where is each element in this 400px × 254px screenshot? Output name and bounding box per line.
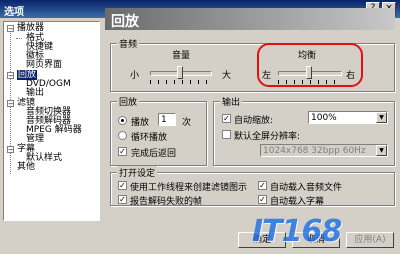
audio-group-label: 音频 bbox=[117, 37, 140, 50]
balance-right-label: 右 bbox=[346, 71, 356, 81]
rewind-checkbox[interactable]: ✓ bbox=[118, 147, 127, 156]
rewind-label: 完成后返回 bbox=[131, 149, 177, 159]
volume-slider-thumb[interactable] bbox=[177, 66, 183, 79]
auto-audio-label: 自动载入音频文件 bbox=[270, 183, 343, 193]
report-fail-label: 报告解码失败的帧 bbox=[130, 197, 203, 207]
play-count-input[interactable]: 1 bbox=[158, 113, 176, 126]
use-worker-label: 使用工作线程来创建滤镜图示 bbox=[130, 183, 248, 193]
autozoom-label: 自动缩放: bbox=[234, 116, 274, 126]
balance-slider-thumb[interactable] bbox=[306, 66, 312, 79]
auto-sub-checkbox[interactable]: ✓ bbox=[258, 195, 267, 204]
page-title: 回放 bbox=[111, 14, 139, 30]
tree-expander[interactable]: − bbox=[7, 72, 14, 80]
autozoom-value: 100% bbox=[311, 113, 337, 123]
volume-label: 音量 bbox=[172, 51, 191, 61]
loop-label: 循环播放 bbox=[131, 133, 168, 143]
fullscreen-res-select[interactable]: 1024x768 32bpp 60Hz ▼ bbox=[260, 144, 388, 157]
play-radio[interactable] bbox=[118, 116, 127, 125]
page-header: 回放 bbox=[105, 8, 395, 30]
volume-min-label: 小 bbox=[130, 71, 140, 81]
volume-max-label: 大 bbox=[222, 71, 232, 81]
tree-line bbox=[16, 38, 22, 39]
report-fail-checkbox[interactable]: ✓ bbox=[118, 195, 127, 204]
autozoom-checkbox[interactable]: ✓ bbox=[222, 114, 231, 123]
loop-radio[interactable] bbox=[118, 131, 127, 140]
balance-label: 均衡 bbox=[298, 51, 317, 61]
auto-audio-checkbox[interactable]: ✓ bbox=[258, 181, 267, 190]
times-label: 次 bbox=[182, 118, 192, 128]
balance-left-label: 左 bbox=[262, 71, 272, 81]
balance-ticks bbox=[278, 80, 341, 84]
output-group-label: 输出 bbox=[220, 95, 243, 108]
open-settings-group-label: 打开设定 bbox=[117, 166, 158, 179]
autozoom-select[interactable]: 100% ▼ bbox=[308, 111, 388, 124]
tree-item-player[interactable]: 播放器 bbox=[17, 23, 44, 33]
dropdown-arrow-icon[interactable]: ▼ bbox=[376, 145, 387, 156]
playback-group-label: 回放 bbox=[117, 95, 140, 108]
auto-sub-label: 自动载入字幕 bbox=[270, 197, 325, 207]
tree-item-webui[interactable]: 网页界面 bbox=[26, 60, 62, 70]
play-label: 播放 bbox=[131, 118, 150, 128]
dropdown-arrow-icon[interactable]: ▼ bbox=[376, 112, 387, 123]
tree-expander[interactable]: − bbox=[7, 146, 14, 154]
use-worker-checkbox[interactable]: ✓ bbox=[118, 181, 127, 190]
fullscreen-res-label: 默认全屏分辨率: bbox=[234, 132, 301, 142]
settings-tree: − 播放器 格式 快捷键 徽标 网页界面 − 回放 DVD/OGM 输出 − 滤… bbox=[3, 21, 100, 221]
volume-ticks bbox=[150, 80, 211, 84]
window-title: 选项 bbox=[4, 7, 24, 18]
tree-item-output[interactable]: 输出 bbox=[26, 88, 44, 98]
fullscreen-res-checkbox[interactable] bbox=[222, 130, 231, 139]
fullscreen-res-value: 1024x768 32bpp 60Hz bbox=[263, 146, 366, 156]
tree-item-misc[interactable]: 其他 bbox=[17, 162, 35, 172]
tree-expander[interactable]: − bbox=[7, 25, 14, 33]
watermark-logo: IT168 bbox=[252, 214, 342, 249]
options-dialog: 选项 ? × − 播放器 格式 快捷键 徽标 网页界面 − 回放 DVD/OGM… bbox=[0, 0, 400, 254]
tree-item-management[interactable]: 管理 bbox=[26, 134, 44, 144]
apply-button[interactable]: 应用(A) bbox=[346, 232, 394, 248]
tree-expander[interactable]: − bbox=[7, 100, 14, 108]
